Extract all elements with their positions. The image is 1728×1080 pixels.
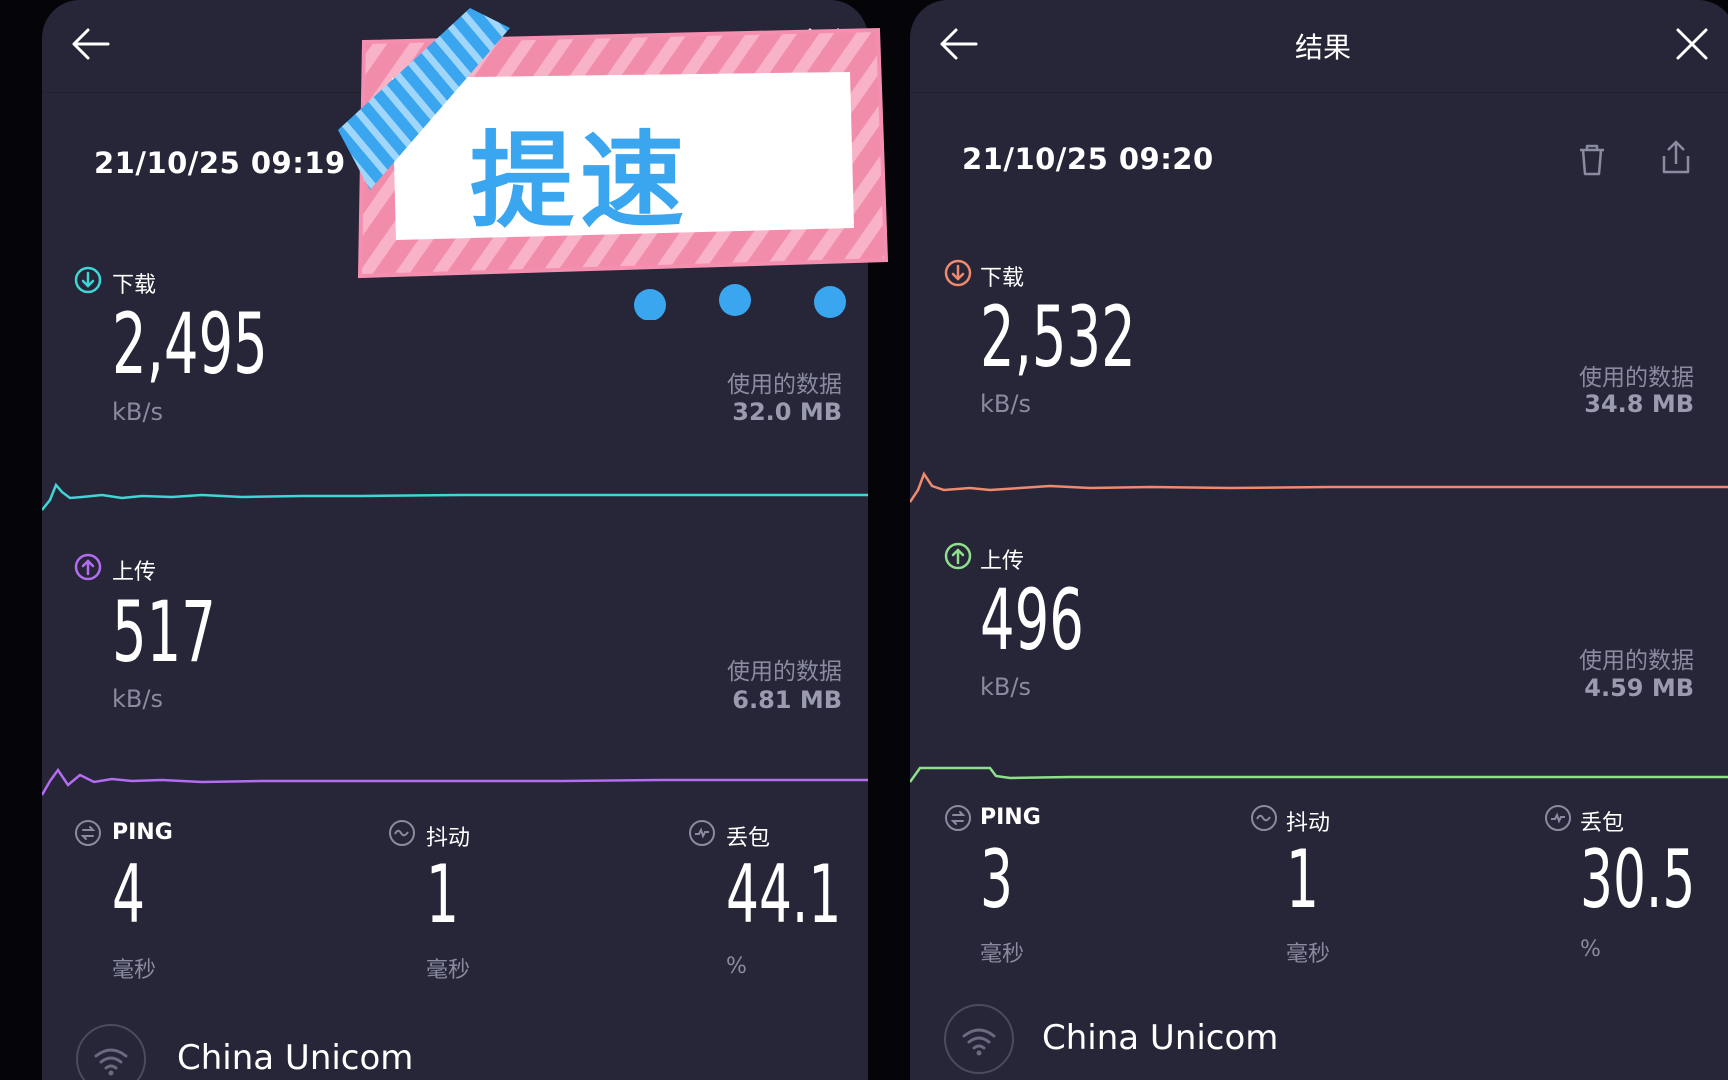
isp-name: China Unicom <box>177 1038 414 1078</box>
download-graph <box>42 482 868 511</box>
ping-unit: 毫秒 <box>112 958 157 983</box>
download-data-used-label: 使用的数据 <box>1579 365 1694 391</box>
sticker-text: 提速 <box>470 120 691 242</box>
download-speed: 2,495 <box>112 295 268 393</box>
packet-loss-unit: % <box>726 954 747 979</box>
ping-icon <box>945 805 971 831</box>
close-icon[interactable] <box>1672 24 1712 64</box>
screen-title: 结果 <box>1294 31 1351 64</box>
upload-speed: 496 <box>980 571 1084 669</box>
upload-data-used-value: 4.59 MB <box>1584 674 1694 702</box>
ping-value: 4 <box>112 848 145 941</box>
ping-icon <box>75 820 101 846</box>
packet-loss-icon <box>1545 805 1571 831</box>
download-arrow-icon <box>944 259 972 287</box>
ping-value: 3 <box>980 833 1013 926</box>
right-result-screen: 结果 21/10/25 09:20 下载 2,532 kB/s 使用的数据 34… <box>910 0 1728 1080</box>
jitter-icon <box>389 820 415 846</box>
ping-label: PING <box>112 820 173 845</box>
upload-graph <box>42 767 868 796</box>
upload-data-used-label: 使用的数据 <box>727 659 842 685</box>
jitter-icon <box>1251 805 1277 831</box>
wifi-icon <box>944 1004 1014 1074</box>
download-unit: kB/s <box>980 390 1031 418</box>
test-datetime: 21/10/25 09:19 <box>94 146 346 180</box>
upload-unit: kB/s <box>980 673 1031 701</box>
ping-label: PING <box>980 805 1041 830</box>
test-datetime: 21/10/25 09:20 <box>962 142 1214 176</box>
trash-icon[interactable] <box>1572 140 1612 180</box>
packet-loss-icon <box>689 820 715 846</box>
download-graph <box>910 471 1728 503</box>
top-bar: 结果 <box>910 0 1728 93</box>
download-data-used-label: 使用的数据 <box>727 372 842 398</box>
jitter-value: 1 <box>1286 833 1319 926</box>
packet-loss-value: 30.5 <box>1580 833 1696 926</box>
packet-loss-value: 44.1 <box>726 848 842 941</box>
speed-up-sticker: 提速 <box>330 0 890 321</box>
download-speed: 2,532 <box>980 288 1136 386</box>
download-data-used-value: 34.8 MB <box>1584 390 1694 418</box>
back-arrow-icon[interactable] <box>66 24 114 64</box>
download-unit: kB/s <box>112 398 163 426</box>
jitter-unit: 毫秒 <box>1286 942 1331 967</box>
packet-loss-unit: % <box>1580 937 1601 962</box>
upload-data-used-label: 使用的数据 <box>1579 648 1694 674</box>
wifi-icon <box>76 1024 146 1080</box>
upload-label: 上传 <box>112 560 157 585</box>
jitter-value: 1 <box>426 848 459 941</box>
upload-arrow-icon <box>944 542 972 570</box>
download-data-used-value: 32.0 MB <box>732 398 842 426</box>
download-arrow-icon <box>74 266 102 294</box>
upload-speed: 517 <box>112 583 216 681</box>
isp-name: China Unicom <box>1042 1018 1279 1058</box>
share-icon[interactable] <box>1656 138 1696 178</box>
jitter-unit: 毫秒 <box>426 958 471 983</box>
upload-unit: kB/s <box>112 685 163 713</box>
ping-unit: 毫秒 <box>980 942 1025 967</box>
upload-graph <box>910 766 1728 783</box>
upload-data-used-value: 6.81 MB <box>732 686 842 714</box>
upload-arrow-icon <box>74 553 102 581</box>
